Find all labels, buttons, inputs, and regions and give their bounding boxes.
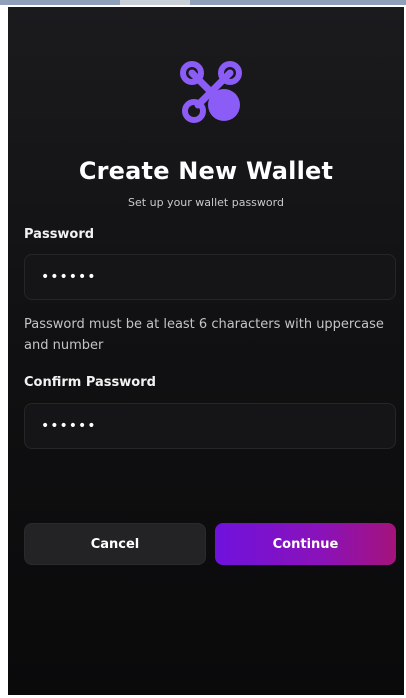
password-hint: Password must be at least 6 characters w…	[24, 317, 384, 353]
password-label: Password	[24, 227, 95, 242]
confirm-password-input[interactable]	[25, 404, 395, 448]
window-top-edge	[0, 0, 406, 5]
network-node-icon	[180, 61, 242, 123]
continue-button[interactable]: Continue	[215, 523, 396, 565]
create-wallet-panel: Create New Wallet Set up your wallet pas…	[8, 7, 404, 695]
confirm-password-label: Confirm Password	[24, 375, 156, 390]
page-title: Create New Wallet	[78, 157, 334, 185]
password-field-box	[24, 254, 396, 300]
screenshot-frame: Create New Wallet Set up your wallet pas…	[0, 0, 406, 698]
page-subtitle: Set up your wallet password	[128, 196, 284, 209]
confirm-password-field-box	[24, 403, 396, 449]
cancel-button[interactable]: Cancel	[24, 523, 206, 565]
password-input[interactable]	[25, 255, 395, 299]
top-edge-segment	[190, 0, 406, 5]
top-edge-segment	[0, 0, 120, 5]
